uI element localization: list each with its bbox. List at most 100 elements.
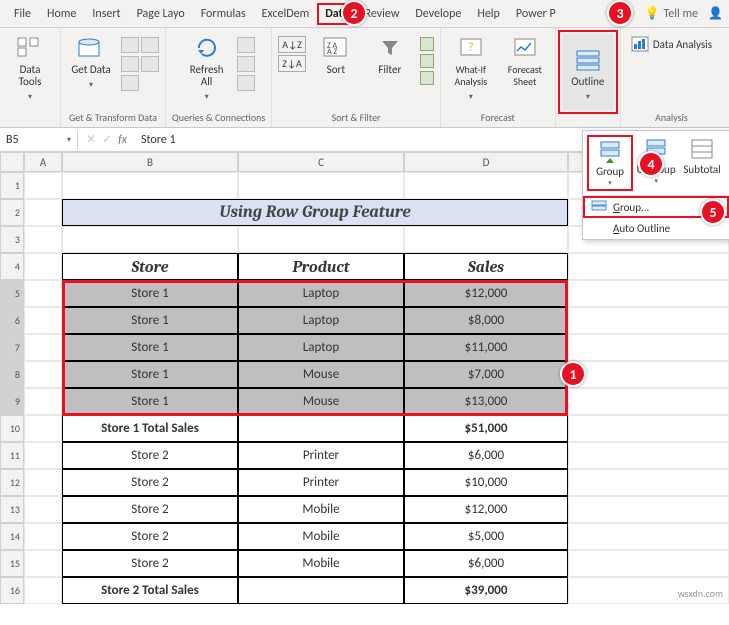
cell[interactable] <box>238 172 404 199</box>
forecast-button[interactable]: Forecast Sheet <box>501 30 549 88</box>
data-cell[interactable]: $8,000 <box>404 307 568 334</box>
row-header[interactable]: 7 <box>0 334 24 361</box>
row-header[interactable]: 15 <box>0 550 24 577</box>
cell[interactable] <box>568 469 729 496</box>
cell[interactable] <box>24 496 62 523</box>
data-cell[interactable]: $12,000 <box>404 496 568 523</box>
cell[interactable] <box>568 496 729 523</box>
cell[interactable] <box>24 577 62 604</box>
cell[interactable] <box>24 469 62 496</box>
refresh-all-button[interactable]: Refresh All <box>183 30 231 103</box>
tab-help[interactable]: Help <box>469 3 508 25</box>
cell[interactable] <box>568 307 729 334</box>
col-header-b[interactable]: B <box>62 152 238 172</box>
cell[interactable] <box>62 172 238 199</box>
row-header[interactable]: 2 <box>0 199 24 226</box>
data-cell[interactable]: $11,000 <box>404 334 568 361</box>
select-all-corner[interactable] <box>0 152 24 172</box>
cell[interactable] <box>568 442 729 469</box>
sort-az-button[interactable]: A↓Z <box>278 36 306 53</box>
cell[interactable] <box>24 442 62 469</box>
cell[interactable] <box>24 388 62 415</box>
data-cell[interactable]: $51,000 <box>404 415 568 442</box>
data-cell[interactable]: Mobile <box>238 496 404 523</box>
data-cell[interactable]: $10,000 <box>404 469 568 496</box>
cell[interactable] <box>24 361 62 388</box>
get-data-button[interactable]: Get Data <box>67 30 115 91</box>
col-header-a[interactable]: A <box>24 152 62 172</box>
data-cell[interactable]: Store 1 Total Sales <box>62 415 238 442</box>
cell[interactable] <box>24 172 62 199</box>
cell[interactable] <box>238 226 404 253</box>
reapply-icon[interactable] <box>420 54 434 68</box>
data-cell[interactable]: $7,000 <box>404 361 568 388</box>
row-header[interactable]: 14 <box>0 523 24 550</box>
whatif-button[interactable]: ? What-If Analysis <box>447 30 495 103</box>
cell[interactable] <box>568 550 729 577</box>
data-cell[interactable]: $6,000 <box>404 442 568 469</box>
data-cell[interactable]: Laptop <box>238 280 404 307</box>
row-header[interactable]: 11 <box>0 442 24 469</box>
col-header-c[interactable]: C <box>238 152 404 172</box>
cell[interactable] <box>24 415 62 442</box>
cell[interactable] <box>568 415 729 442</box>
data-cell[interactable]: Store 2 <box>62 469 238 496</box>
cell[interactable] <box>24 307 62 334</box>
data-cell[interactable]: Laptop <box>238 307 404 334</box>
share-icon[interactable]: 👤 <box>708 6 723 21</box>
data-cell[interactable]: Store 2 Total Sales <box>62 577 238 604</box>
from-web-icon[interactable] <box>141 37 159 53</box>
tab-developer[interactable]: Develope <box>407 3 469 25</box>
row-header[interactable]: 12 <box>0 469 24 496</box>
sort-button[interactable]: Z AA Z Sort <box>312 30 360 76</box>
cell[interactable] <box>568 523 729 550</box>
cell[interactable] <box>568 388 729 415</box>
data-cell[interactable]: $13,000 <box>404 388 568 415</box>
header-cell[interactable]: Sales <box>404 253 568 280</box>
cell[interactable] <box>24 280 62 307</box>
sort-za-button[interactable]: Z↓A <box>278 55 306 72</box>
data-cell[interactable]: $39,000 <box>404 577 568 604</box>
enter-icon[interactable]: ✓ <box>102 132 112 147</box>
cell[interactable] <box>24 334 62 361</box>
row-header[interactable]: 1 <box>0 172 24 199</box>
tell-me[interactable]: 💡 Tell me <box>645 6 698 21</box>
data-cell[interactable]: $12,000 <box>404 280 568 307</box>
row-header[interactable]: 5 <box>0 280 24 307</box>
cell[interactable] <box>404 226 568 253</box>
outline-button[interactable]: Outline <box>562 34 614 110</box>
cell[interactable] <box>24 199 62 226</box>
cell[interactable] <box>568 280 729 307</box>
advanced-icon[interactable] <box>420 71 434 85</box>
data-cell[interactable]: Store 1 <box>62 280 238 307</box>
row-header[interactable]: 8 <box>0 361 24 388</box>
group-button[interactable]: Group ▾ <box>587 135 633 191</box>
row-header[interactable]: 16 <box>0 577 24 604</box>
data-cell[interactable]: Mouse <box>238 388 404 415</box>
data-cell[interactable]: $6,000 <box>404 550 568 577</box>
cell[interactable] <box>24 523 62 550</box>
data-cell[interactable]: Store 2 <box>62 523 238 550</box>
data-cell[interactable]: Mouse <box>238 361 404 388</box>
data-cell[interactable]: Printer <box>238 469 404 496</box>
edit-links-icon[interactable] <box>237 75 255 91</box>
tab-formulas[interactable]: Formulas <box>193 3 254 25</box>
row-header[interactable]: 10 <box>0 415 24 442</box>
data-cell[interactable]: Store 2 <box>62 442 238 469</box>
cell[interactable] <box>404 172 568 199</box>
tab-insert[interactable]: Insert <box>84 3 128 25</box>
data-cell[interactable]: $5,000 <box>404 523 568 550</box>
cell[interactable] <box>24 226 62 253</box>
data-cell[interactable]: Store 1 <box>62 361 238 388</box>
data-analysis-button[interactable]: Data Analysis <box>627 30 716 58</box>
row-header[interactable]: 9 <box>0 388 24 415</box>
cell[interactable] <box>62 226 238 253</box>
data-cell[interactable]: Store 1 <box>62 307 238 334</box>
header-cell[interactable]: Product <box>238 253 404 280</box>
recent-sources-icon[interactable] <box>141 56 159 72</box>
cell[interactable] <box>24 253 62 280</box>
existing-conn-icon[interactable] <box>121 75 139 91</box>
subtotal-button[interactable]: Subtotal <box>679 135 725 191</box>
from-text-icon[interactable] <box>121 37 139 53</box>
tab-powerpivot[interactable]: Power P <box>508 3 564 25</box>
